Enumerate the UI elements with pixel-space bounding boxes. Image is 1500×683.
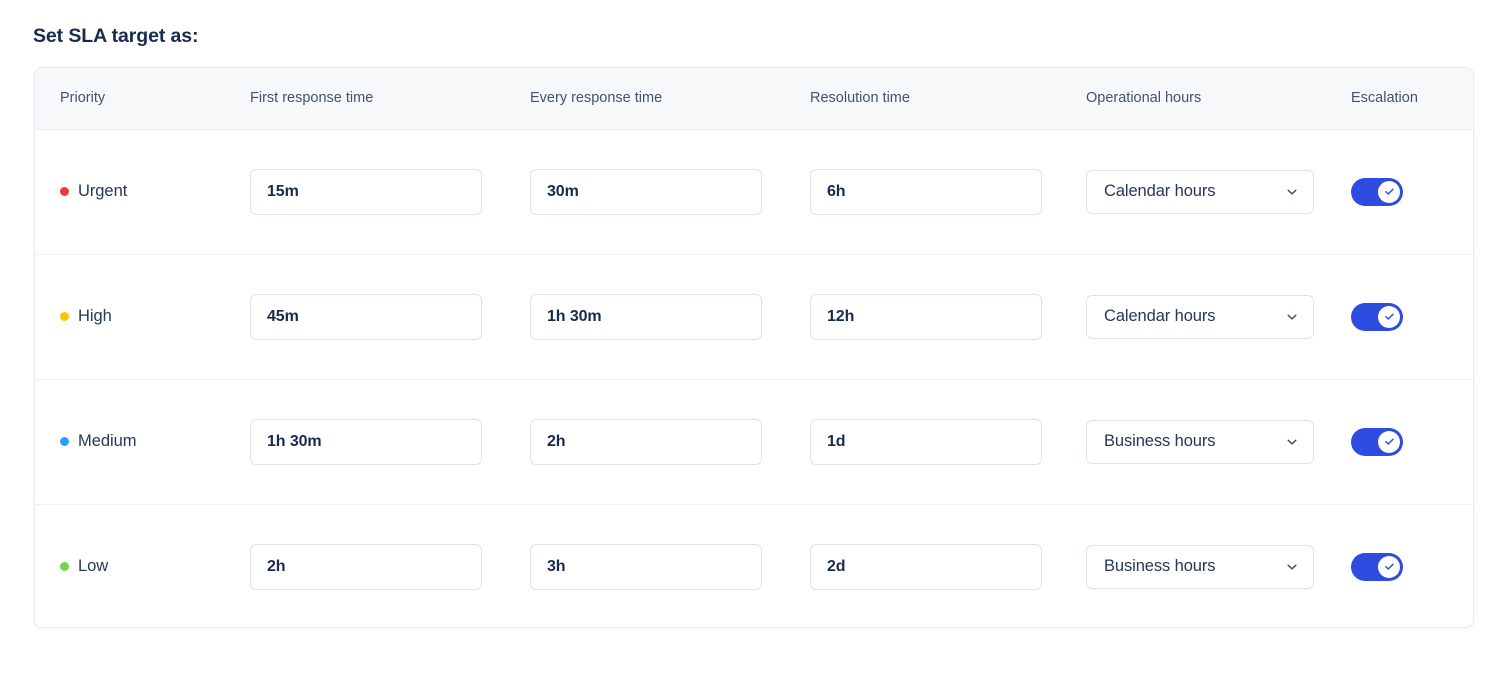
- column-header-priority-label: Priority: [60, 90, 106, 107]
- priority-cell: High: [35, 254, 225, 379]
- resolution-time-cell: [785, 129, 1061, 254]
- toggle-knob: [1378, 555, 1400, 578]
- first-response-time-cell: [225, 254, 505, 379]
- operational-hours-cell: Business hours: [1061, 379, 1337, 504]
- priority-label: Medium: [78, 432, 137, 450]
- operational-hours-select[interactable]: Business hours: [1086, 419, 1314, 464]
- priority-label: High: [78, 307, 112, 325]
- sla-target-table-card: Priority First response time Every respo…: [34, 67, 1474, 628]
- check-icon: [1384, 313, 1394, 320]
- column-header-operational-hours-label: Operational hours: [1086, 90, 1202, 107]
- resolution-time-input[interactable]: [810, 293, 1042, 340]
- every-response-time-input[interactable]: [530, 293, 762, 340]
- chevron-down-icon: [1285, 435, 1299, 449]
- table-row: Medium 1h 30m 2h 1d Business hours: [35, 379, 1473, 504]
- escalation-cell: [1337, 129, 1473, 254]
- priority-dot-icon: [60, 312, 69, 321]
- column-header-every-response-time-label: Every response time: [530, 90, 663, 107]
- priority-cell: Medium: [35, 379, 225, 504]
- first-response-time-cell: [225, 129, 505, 254]
- resolution-time-input[interactable]: [810, 168, 1042, 215]
- escalation-toggle[interactable]: [1351, 302, 1403, 331]
- table-header: Priority First response time Every respo…: [35, 68, 1473, 130]
- every-response-time-cell: [505, 129, 785, 254]
- column-header-first-response-time: First response time: [225, 68, 505, 130]
- table-row: High 45m 1h 30m 12h Calendar hours: [35, 254, 1473, 379]
- every-response-time-input[interactable]: [530, 418, 762, 465]
- chevron-down-icon: [1285, 310, 1299, 324]
- table-row: Urgent 15m 30m 6h Calendar hours: [35, 129, 1473, 254]
- resolution-time-input[interactable]: [810, 543, 1042, 590]
- escalation-cell: [1337, 254, 1473, 379]
- escalation-toggle[interactable]: [1351, 177, 1403, 206]
- resolution-time-cell: [785, 379, 1061, 504]
- first-response-time-input[interactable]: [250, 543, 482, 590]
- first-response-time-input[interactable]: [250, 293, 482, 340]
- check-icon: [1384, 563, 1394, 570]
- operational-hours-select[interactable]: Business hours: [1086, 544, 1314, 589]
- column-header-priority: Priority: [35, 68, 225, 130]
- column-header-operational-hours: Operational hours: [1061, 68, 1337, 130]
- priority-label: Low: [78, 557, 109, 576]
- priority-label: Urgent: [78, 182, 128, 200]
- column-header-escalation-label: Escalation: [1351, 90, 1418, 107]
- page-title: Set SLA target as:: [33, 25, 199, 47]
- toggle-knob: [1378, 180, 1400, 203]
- priority-cell: Urgent: [35, 129, 225, 254]
- every-response-time-cell: [505, 504, 785, 627]
- priority-dot-icon: [60, 187, 69, 196]
- resolution-time-input[interactable]: [810, 418, 1042, 465]
- resolution-time-cell: [785, 254, 1061, 379]
- column-header-resolution-time-label: Resolution time: [810, 90, 910, 107]
- column-header-every-response-time: Every response time: [505, 68, 785, 130]
- operational-hours-cell: Business hours: [1061, 504, 1337, 627]
- chevron-down-icon: [1285, 560, 1299, 574]
- operational-hours-cell: Calendar hours: [1061, 129, 1337, 254]
- escalation-cell: [1337, 379, 1473, 504]
- escalation-cell: [1337, 504, 1473, 627]
- table-header-row: Priority First response time Every respo…: [35, 68, 1473, 130]
- chevron-down-icon: [1285, 185, 1299, 199]
- first-response-time-cell: [225, 379, 505, 504]
- first-response-time-input[interactable]: [250, 168, 482, 215]
- check-icon: [1384, 438, 1394, 445]
- every-response-time-input[interactable]: [530, 168, 762, 215]
- sla-settings-page: Set SLA target as: Priority First respon…: [0, 0, 1500, 683]
- table-body: Urgent 15m 30m 6h Calendar hours High 45…: [35, 129, 1473, 627]
- priority-dot-icon: [60, 562, 69, 572]
- escalation-toggle[interactable]: [1351, 427, 1403, 456]
- operational-hours-select[interactable]: Calendar hours: [1086, 294, 1314, 339]
- toggle-knob: [1378, 430, 1400, 453]
- check-icon: [1384, 188, 1394, 195]
- priority-cell: Low: [35, 504, 225, 627]
- every-response-time-cell: [505, 254, 785, 379]
- operational-hours-value: Business hours: [1104, 557, 1216, 576]
- column-header-escalation: Escalation: [1337, 68, 1473, 130]
- every-response-time-input[interactable]: [530, 543, 762, 590]
- resolution-time-cell: [785, 504, 1061, 627]
- operational-hours-cell: Calendar hours: [1061, 254, 1337, 379]
- column-header-resolution-time: Resolution time: [785, 68, 1061, 130]
- operational-hours-select[interactable]: Calendar hours: [1086, 169, 1314, 214]
- operational-hours-value: Business hours: [1104, 432, 1216, 450]
- priority-dot-icon: [60, 437, 69, 446]
- sla-target-table: Priority First response time Every respo…: [35, 68, 1473, 627]
- escalation-toggle[interactable]: [1351, 552, 1403, 581]
- toggle-knob: [1378, 305, 1400, 328]
- column-header-first-response-time-label: First response time: [250, 90, 374, 107]
- first-response-time-cell: [225, 504, 505, 627]
- operational-hours-value: Calendar hours: [1104, 182, 1216, 200]
- first-response-time-input[interactable]: [250, 418, 482, 465]
- operational-hours-value: Calendar hours: [1104, 307, 1216, 325]
- every-response-time-cell: [505, 379, 785, 504]
- table-row: Low 2h 3h 2d Business hours: [35, 504, 1473, 627]
